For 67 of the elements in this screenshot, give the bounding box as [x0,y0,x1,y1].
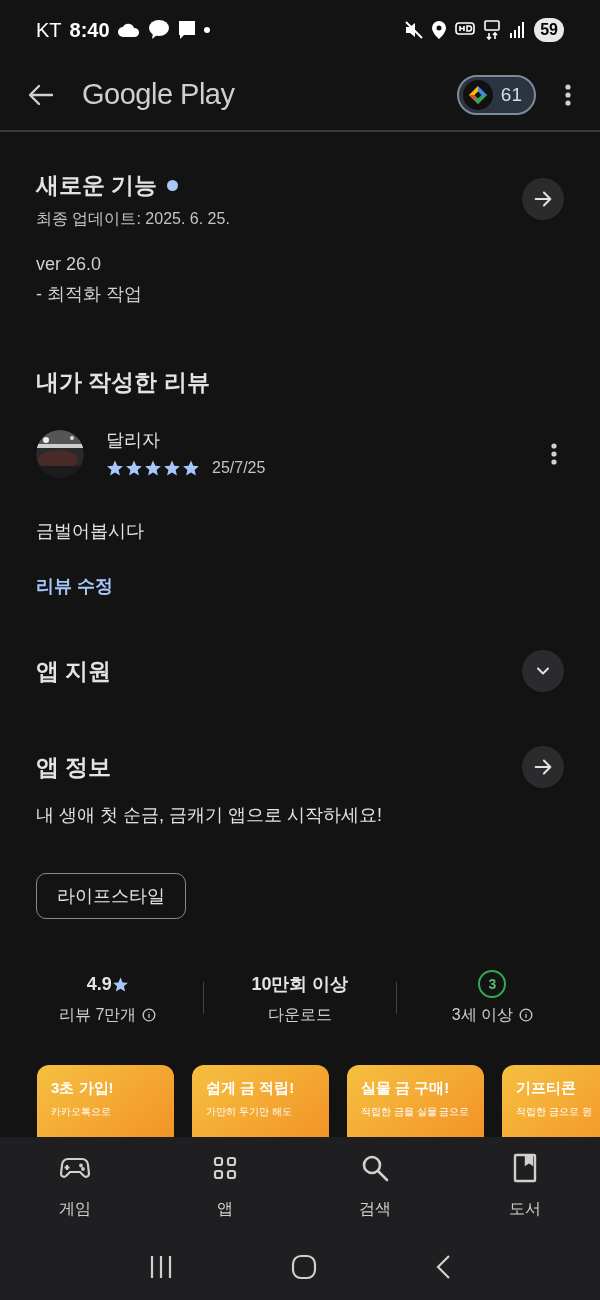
expand-button[interactable] [522,650,564,692]
release-note: - 최적화 작업 [36,282,143,305]
section-title: 앱 정보 [36,752,112,782]
age-rating-badge: 3 [478,970,507,998]
release-note: ver 26.0 [36,252,103,275]
battery-level: 59 [534,18,564,42]
card-caption: 적립한 금을 실물 금으로 [361,1104,470,1119]
review-date: 25/7/25 [212,458,266,478]
card-title: 3초 가입! [51,1078,114,1098]
nav-tab[interactable]: 검색 [300,1151,450,1237]
signal-icon [509,22,526,38]
recent-apps-icon[interactable] [149,1255,173,1279]
section-title: 앱 지원 [36,656,112,686]
carrier-text: KT [36,18,62,43]
star-icon [163,459,181,477]
card-caption: 적립한 금으로 원 [516,1104,592,1119]
review-text: 금벌어봅시다 [36,520,145,543]
section-title: 내가 작성한 리뷰 [36,367,211,397]
nav-tab[interactable]: 앱 [150,1151,300,1237]
card-title: 쉽게 금 적립! [206,1078,295,1098]
stat-value: 10만회 이상 [251,972,349,996]
rating-value: 4.9 [86,972,112,996]
nav-tab[interactable]: 도서 [450,1151,600,1237]
card-caption: 카카오톡으로 [51,1104,111,1119]
mobile-data-icon [484,20,501,40]
nav-tab[interactable]: 게임 [0,1151,150,1237]
edit-review-link[interactable]: 리뷰 수정 [36,573,113,600]
star-icon [111,975,129,993]
stat-label: 다운로드 [268,1005,332,1025]
category-chip[interactable]: 라이프스타일 [36,873,186,919]
update-date: 최종 업데이트: 2025. 6. 25. [36,208,230,229]
stat-label: 리뷰 7만개 [59,1005,137,1025]
app-description: 내 생애 첫 순금, 금캐기 앱으로 시작하세요! [35,804,383,827]
apps-grid-icon [213,1156,237,1180]
message-icon [177,20,196,40]
notification-dot-icon [203,27,210,33]
star-icon [125,459,143,477]
hd-icon [455,22,476,38]
section-title: 새로운 기능 [36,171,158,200]
more-options-icon[interactable] [564,83,572,107]
points-badge[interactable]: 61 [456,75,536,115]
search-icon [361,1154,389,1182]
star-icon [144,459,162,477]
info-icon[interactable] [519,1008,533,1022]
stat-label: 3세 이상 [451,1005,513,1025]
card-title: 실물 금 구매! [361,1078,450,1098]
chat-bubble-icon [147,20,170,40]
gamepad-icon [60,1157,90,1179]
clock-text: 8:40 [69,18,110,43]
back-arrow-icon[interactable] [28,84,54,106]
whats-new-arrow-button[interactable] [522,178,564,221]
reviewer-name: 달리자 [106,429,161,452]
star-icon [106,459,124,477]
location-icon [432,21,447,39]
card-caption: 가만히 두기만 해도 [206,1104,292,1119]
cloud-icon [117,23,140,37]
home-icon[interactable] [291,1254,317,1280]
info-icon[interactable] [142,1008,157,1022]
arrow-button[interactable] [522,746,564,788]
star-icon [182,459,200,477]
more-options-icon[interactable] [550,441,558,466]
app-bar-title: Google Play [82,77,235,113]
back-icon[interactable] [435,1254,451,1280]
book-icon [513,1153,537,1183]
mute-icon [405,21,424,39]
card-title: 기프티콘 [516,1078,576,1098]
points-logo-icon [462,80,493,110]
